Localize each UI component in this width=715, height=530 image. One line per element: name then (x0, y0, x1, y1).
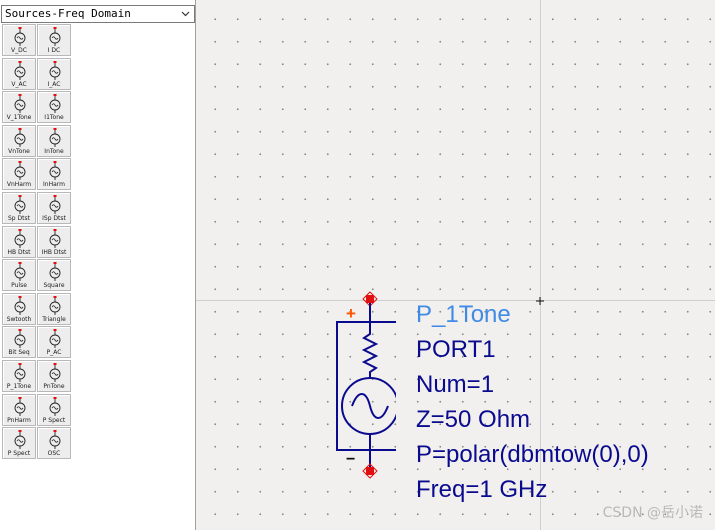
palette-item-hb-dtst[interactable]: HB Dtst (2, 225, 36, 258)
palette-item-label: Bit Seq (8, 349, 30, 357)
palette-item-swtooth[interactable]: Swtooth (2, 292, 36, 325)
palette-item-label: V_DC (11, 47, 27, 54)
palette-item-label: V_AC (11, 80, 27, 88)
palette-item-vnharm[interactable]: VnHarm (2, 158, 36, 191)
palette-item-label: I1Tone (44, 114, 64, 122)
ac-current-source-icon (49, 60, 61, 80)
p-spect-port-icon (49, 396, 61, 416)
palette-item-v-dc[interactable]: V_DC (2, 24, 36, 56)
dc-voltage-source-icon (14, 27, 26, 46)
palette-item-osc[interactable]: OSC (37, 427, 71, 460)
palette-item-bit-seq[interactable]: Bit Seq (2, 326, 36, 359)
watermark-text: CSDN @岳小诺 (602, 505, 703, 521)
palette-item-intone[interactable]: InTone (37, 124, 71, 157)
param-impedance: Z=50 Ohm (416, 406, 531, 433)
plus-sign: + (346, 304, 356, 323)
crosshair-cursor-icon (536, 297, 544, 305)
triangle-source-icon (49, 295, 61, 315)
palette-item-i1tone[interactable]: I1Tone (37, 91, 71, 124)
oscillator-icon (49, 430, 61, 450)
palette-item-inharm[interactable]: InHarm (37, 158, 71, 191)
hb-dataset-current-icon (49, 228, 61, 248)
palette-item-label: VnTone (8, 147, 30, 155)
palette-item-label: VnHarm (6, 181, 32, 189)
palette-item-label: Swtooth (6, 315, 32, 323)
schematic-canvas[interactable]: + − P_1Tone PORT1 Num=1 Z=50 Ohm P=polar… (196, 0, 715, 530)
palette-item-pulse[interactable]: Pulse (2, 259, 36, 292)
palette-item-pntone[interactable]: PnTone (37, 360, 71, 392)
palette-item-label: P_AC (46, 349, 62, 357)
square-source-icon (49, 262, 61, 282)
library-dropdown-value: Sources-Freq Domain (5, 7, 131, 20)
param-frequency: Freq=1 GHz (416, 476, 548, 503)
palette-item-i-dc[interactable]: I DC (37, 24, 71, 56)
minus-sign: − (346, 451, 355, 468)
n-harm-current-icon (49, 161, 61, 181)
n-tone-current-icon (49, 127, 61, 147)
palette-item-label: Triangle (42, 315, 66, 323)
palette-item-label: InHarm (43, 181, 65, 189)
component-name: P_1Tone (416, 301, 511, 328)
pulse-source-icon (14, 262, 26, 282)
palette-item-vntone[interactable]: VnTone (2, 124, 36, 157)
palette-item-label: InTone (44, 147, 64, 155)
p-1tone-port-icon (14, 363, 26, 382)
component-palette: Sources-Freq Domain V_DC I DC V_AC I_AC V_1T… (0, 0, 196, 530)
palette-item-label: I DC (47, 47, 61, 54)
sp-dataset-current-icon (49, 195, 61, 214)
p-ntone-port-icon (49, 363, 61, 382)
palette-item-label: P Spect (42, 416, 66, 424)
instance-name: PORT1 (416, 336, 496, 363)
param-num: Num=1 (416, 371, 495, 398)
n-tone-voltage-icon (14, 127, 26, 147)
bit-sequence-icon (14, 329, 26, 349)
f-p-spect-port-icon (14, 430, 26, 450)
palette-item-label: Square (43, 282, 65, 290)
palette-item-square[interactable]: Square (37, 259, 71, 292)
n-harm-voltage-icon (14, 161, 26, 181)
sine-wave-icon (351, 393, 389, 419)
palette-item-ihb-dtst[interactable]: IHB Dtst (37, 225, 71, 258)
palette-item-label: Pulse (11, 282, 27, 290)
ac-voltage-source-icon (14, 60, 26, 80)
palette-item-label: I_AC (47, 80, 61, 88)
palette-item-label: Sp Dtst (8, 215, 30, 222)
palette-item-v-1tone[interactable]: V_1Tone (2, 91, 36, 124)
sp-dataset-voltage-icon (14, 195, 26, 214)
palette-item-pnharm[interactable]: PnHarm (2, 393, 36, 426)
palette-item-isp-dtst[interactable]: ISp Dtst (37, 192, 71, 224)
library-dropdown[interactable]: Sources-Freq Domain (1, 5, 195, 23)
hb-dataset-voltage-icon (14, 228, 26, 248)
palette-item-label: HB Dtst (7, 248, 31, 256)
palette-item-v-ac[interactable]: V_AC (2, 57, 36, 90)
palette-item-label: PnHarm (7, 416, 31, 424)
palette-item-label: PnTone (43, 383, 65, 390)
palette-item-label: P Spect (7, 450, 31, 458)
param-power: P=polar(dbmtow(0),0) (416, 441, 649, 468)
palette-item-p-spect[interactable]: P Spect (37, 393, 71, 426)
one-tone-voltage-icon (14, 94, 26, 114)
palette-item-label: IHB Dtst (41, 248, 67, 256)
palette-item-i-ac[interactable]: I_AC (37, 57, 71, 90)
p-1tone-port-symbol[interactable]: + − (326, 286, 396, 486)
palette-item-label: ISp Dtst (42, 215, 66, 222)
palette-item-label: P_1Tone (6, 383, 32, 390)
palette-item-triangle[interactable]: Triangle (37, 292, 71, 325)
palette-item-sp-dtst[interactable]: Sp Dtst (2, 192, 36, 224)
palette-item-label: V_1Tone (6, 114, 32, 122)
chevron-down-icon[interactable] (178, 6, 192, 22)
palette-item-p-spect[interactable]: P Spect (2, 427, 36, 460)
sawtooth-source-icon (14, 295, 26, 315)
port-box (336, 321, 396, 451)
dc-current-source-icon (49, 27, 61, 46)
one-tone-current-icon (49, 94, 61, 114)
palette-item-label: OSC (47, 450, 61, 458)
palette-item-p-ac[interactable]: P_AC (37, 326, 71, 359)
palette-item-p-1tone[interactable]: P_1Tone (2, 360, 36, 392)
p-ac-port-icon (49, 329, 61, 349)
resistor-icon (361, 326, 379, 378)
p-nharm-port-icon (14, 396, 26, 416)
